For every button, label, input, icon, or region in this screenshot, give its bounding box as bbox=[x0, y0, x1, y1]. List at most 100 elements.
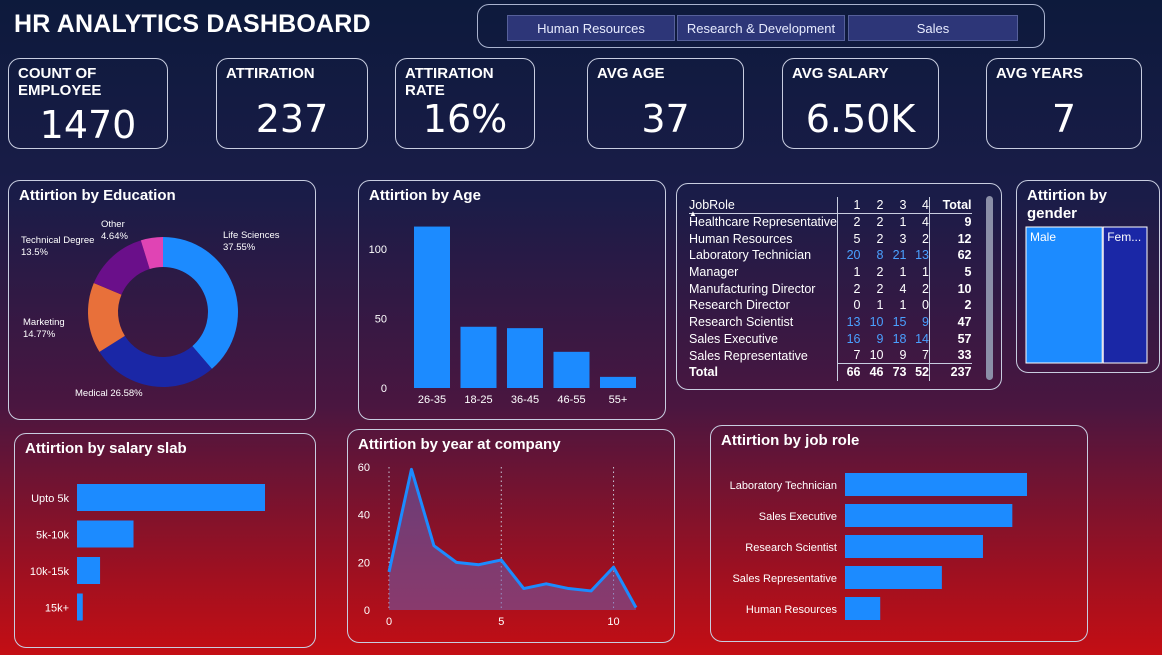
matrix-header-jobrole[interactable]: JobRole ▲ bbox=[689, 197, 838, 218]
matrix-row[interactable]: Research Director 0 1 1 0 2 bbox=[689, 297, 972, 314]
matrix-cell: 13 bbox=[837, 313, 861, 331]
y-tick-label: 40 bbox=[358, 510, 370, 522]
matrix-row-total: 33 bbox=[929, 347, 972, 364]
matrix-cell: 2 bbox=[922, 281, 929, 296]
matrix-row-total: 5 bbox=[929, 263, 972, 281]
x-tick-label: 10 bbox=[607, 616, 619, 628]
age-bar bbox=[460, 326, 497, 388]
matrix-header-col: 4 bbox=[906, 197, 930, 215]
matrix-row-label: Healthcare Representative bbox=[689, 215, 837, 230]
matrix-row[interactable]: Human Resources 5 2 3 2 12 bbox=[689, 230, 972, 248]
kpi-value: 237 bbox=[255, 97, 329, 141]
matrix-header-row: JobRole ▲ 1 2 3 4 Total bbox=[689, 197, 972, 218]
matrix-row-total: 2 bbox=[929, 297, 972, 314]
age-bar-card: Attirtion by Age 0 50 100 26-35 18-25 36-45 46… bbox=[358, 180, 666, 420]
y-tick-label: 0 bbox=[364, 605, 370, 617]
matrix-cell: 1 bbox=[876, 298, 884, 313]
matrix-cell: 9 bbox=[899, 348, 907, 363]
kpi-label: ATTIRATION bbox=[226, 65, 315, 82]
matrix-cell: 5 bbox=[837, 230, 861, 248]
slicer-sales[interactable]: Sales bbox=[848, 15, 1018, 41]
slice-label: 4.64% bbox=[101, 231, 128, 242]
donut-slice bbox=[163, 237, 239, 369]
salary-bar-chart: Upto 5k 5k-10k 10k-15k 15k+ bbox=[30, 484, 265, 621]
x-tick-label: 46-55 bbox=[557, 394, 585, 406]
matrix-cell: 73 bbox=[883, 363, 907, 381]
matrix-row[interactable]: Manufacturing Director 2 2 4 2 10 bbox=[689, 280, 972, 298]
years-area-card: Attirtion by year at company 0 5 10 0 20 40 60 bbox=[347, 429, 675, 643]
slice-label: Life Sciences bbox=[223, 230, 280, 241]
matrix-row[interactable]: Healthcare Representative 2 2 1 4 9 bbox=[689, 213, 972, 231]
matrix-row-total: 10 bbox=[929, 280, 972, 298]
jobrole-bar-chart: Laboratory Technician Sales Executive Rese… bbox=[730, 473, 1027, 620]
matrix-cell: 2 bbox=[837, 280, 861, 298]
matrix-row[interactable]: Sales Executive 16 9 18 14 57 bbox=[689, 330, 972, 348]
matrix-cell: 1 bbox=[899, 298, 907, 313]
age-bar bbox=[600, 376, 636, 388]
kpi-value: 7 bbox=[1051, 97, 1077, 141]
matrix-header-col: 1 bbox=[837, 197, 861, 215]
matrix-row-total: 57 bbox=[929, 330, 972, 348]
jobrole-bar bbox=[845, 504, 1013, 527]
salary-bar-card: Attirtion by salary slab Upto 5k 5k-10k 10… bbox=[14, 433, 316, 648]
matrix-cell: 2 bbox=[876, 231, 884, 246]
matrix-row-label: Laboratory Technician bbox=[689, 248, 812, 263]
kpi-value: 1470 bbox=[39, 103, 137, 147]
matrix-cell: 16 bbox=[837, 330, 861, 348]
matrix-row[interactable]: Laboratory Technician 20 8 21 13 62 bbox=[689, 247, 972, 264]
jobrole-bar bbox=[845, 473, 1027, 496]
matrix-cell: 4 bbox=[899, 281, 907, 296]
salary-bar bbox=[77, 484, 265, 511]
gender-treemap-chart: Male Fem... bbox=[1025, 226, 1148, 364]
gender-tile-label: Fem... bbox=[1107, 230, 1141, 244]
matrix-cell: 8 bbox=[876, 248, 884, 263]
matrix-header-col: 3 bbox=[883, 197, 907, 215]
kpi-card-avg-salary: AVG SALARY 6.50K bbox=[782, 58, 939, 149]
matrix-row-label: Sales Representative bbox=[689, 348, 808, 363]
y-tick-label: 50 bbox=[375, 313, 387, 325]
matrix-cell: 14 bbox=[915, 331, 929, 346]
matrix-cell: 1 bbox=[899, 265, 907, 280]
matrix-cell: 20 bbox=[837, 247, 861, 264]
matrix-row-label: Sales Executive bbox=[689, 331, 778, 346]
matrix-row-label: Research Scientist bbox=[689, 315, 794, 330]
slicer-research-development[interactable]: Research & Development bbox=[677, 15, 845, 41]
y-tick-label: Sales Representative bbox=[732, 573, 837, 585]
matrix-total-label: Total bbox=[689, 365, 718, 380]
kpi-card-avg-years: AVG YEARS 7 bbox=[986, 58, 1142, 149]
salary-bar bbox=[77, 520, 134, 548]
matrix-cell: 7 bbox=[922, 348, 929, 363]
page-title: HR ANALYTICS DASHBOARD bbox=[14, 10, 371, 38]
matrix-row-total: 62 bbox=[929, 247, 972, 264]
matrix-row[interactable]: Research Scientist 13 10 15 9 47 bbox=[689, 313, 972, 331]
matrix-header-col: 2 bbox=[860, 197, 884, 215]
slicer-human-resources[interactable]: Human Resources bbox=[507, 15, 675, 41]
matrix-row-total: 47 bbox=[929, 313, 972, 331]
x-tick-label: 36-45 bbox=[511, 394, 539, 406]
salary-bar bbox=[77, 557, 101, 584]
donut-slice bbox=[99, 335, 212, 387]
salary-bar bbox=[77, 593, 83, 621]
matrix-cell: 3 bbox=[899, 231, 907, 246]
matrix-cell: 13 bbox=[915, 248, 929, 263]
matrix-row-label: Human Resources bbox=[689, 231, 793, 246]
jobrole-matrix-card: JobRole ▲ 1 2 3 4 Total Healthcare Repres… bbox=[676, 183, 1002, 390]
matrix-total-row: Total 66 46 73 52 237 bbox=[689, 363, 972, 381]
sort-ascending-icon: ▲ bbox=[689, 209, 697, 218]
matrix-row[interactable]: Sales Representative 7 10 9 7 33 bbox=[689, 347, 972, 364]
matrix-cell: 2 bbox=[837, 213, 861, 231]
slice-label: 37.55% bbox=[223, 242, 256, 253]
years-area-chart: 0 5 10 0 20 40 60 bbox=[358, 462, 638, 628]
y-tick-label: 5k-10k bbox=[36, 530, 70, 542]
kpi-value: 37 bbox=[641, 97, 690, 141]
y-tick-label: 60 bbox=[358, 462, 370, 474]
matrix-cell: 9 bbox=[922, 315, 929, 330]
matrix-row[interactable]: Manager 1 2 1 1 5 bbox=[689, 263, 972, 281]
matrix-scrollbar[interactable] bbox=[986, 196, 993, 380]
x-tick-label: 5 bbox=[498, 616, 504, 628]
matrix-row-total: 9 bbox=[929, 213, 972, 231]
y-tick-label: Human Resources bbox=[746, 604, 838, 616]
y-tick-label: 20 bbox=[358, 557, 370, 569]
matrix-cell: 46 bbox=[860, 363, 884, 381]
kpi-label: AVG SALARY bbox=[792, 65, 889, 82]
